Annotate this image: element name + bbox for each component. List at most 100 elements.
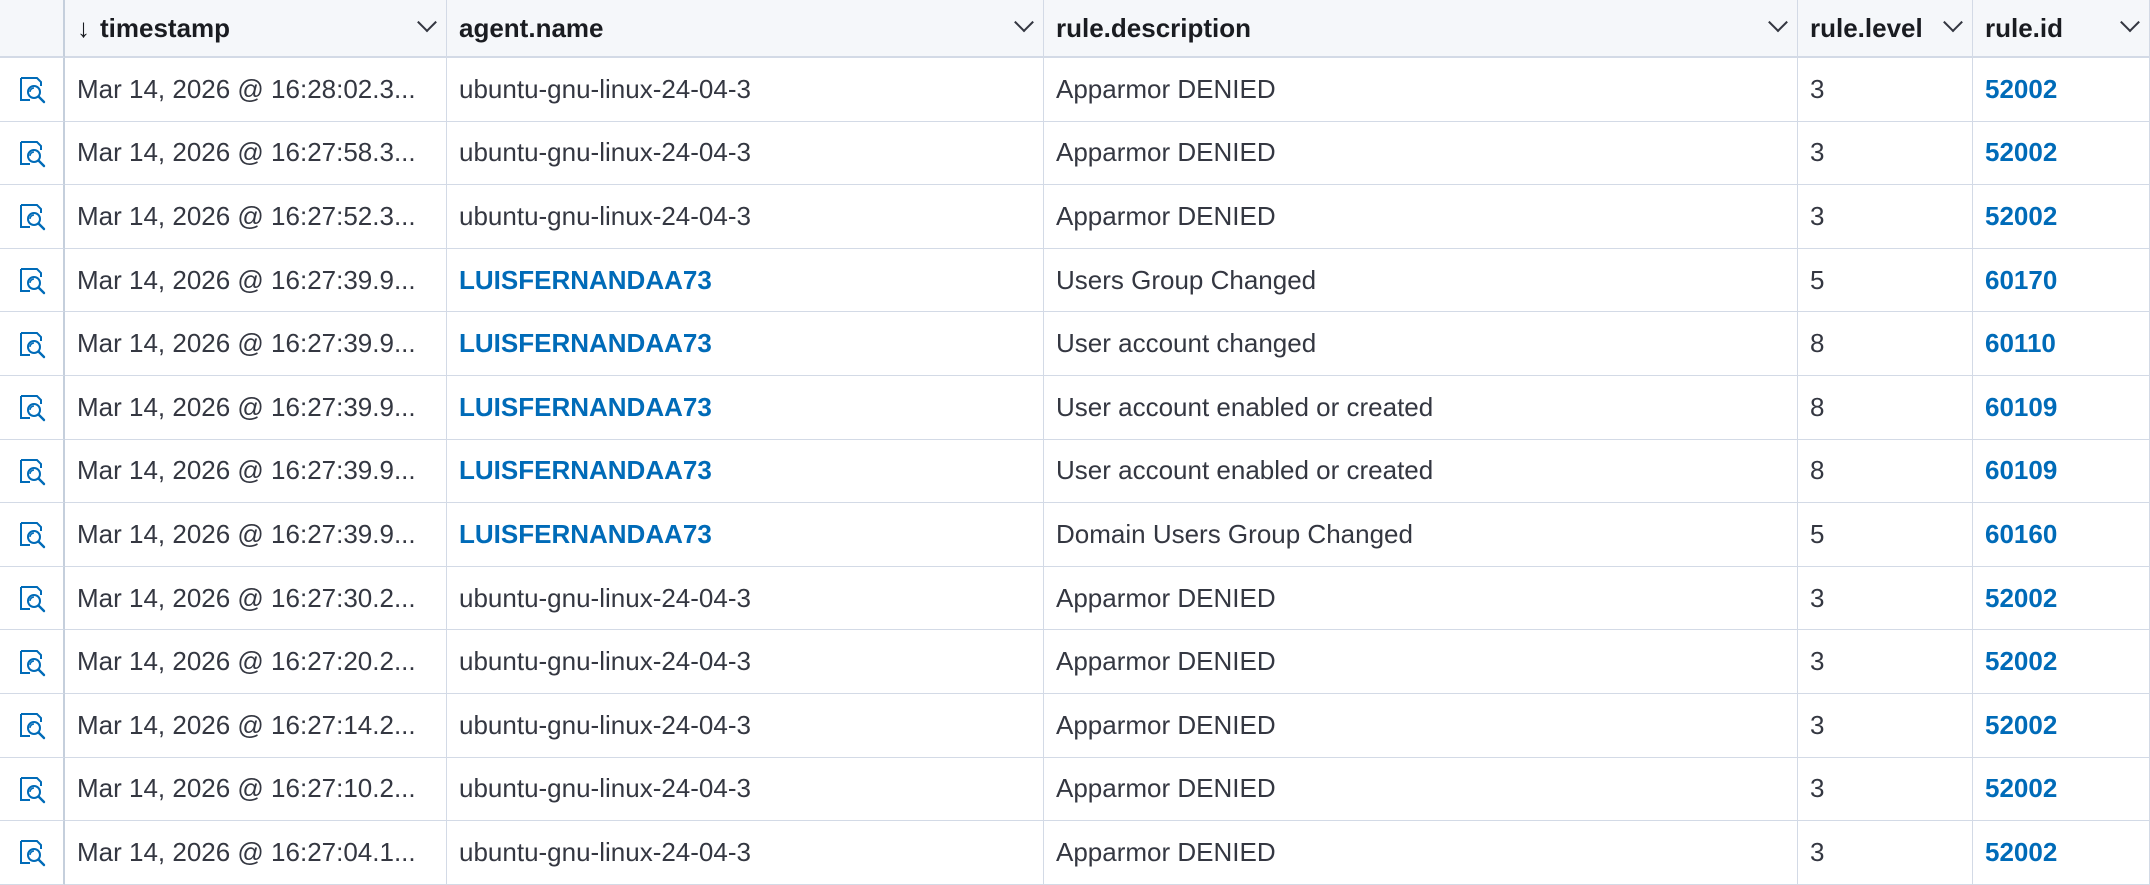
column-header-rule-id[interactable]: rule.id xyxy=(1973,0,2150,58)
column-header-timestamp[interactable]: ↓ timestamp xyxy=(65,0,447,58)
cell-timestamp: Mar 14, 2026 @ 16:27:30.2... xyxy=(65,566,447,631)
cell-rule-id-link[interactable]: 60109 xyxy=(1973,439,2150,504)
cell-agent-name-link[interactable]: LUISFERNANDAA73 xyxy=(447,312,1044,376)
cell-rule-description: Apparmor DENIED xyxy=(1044,757,1798,822)
inspect-document-icon xyxy=(19,395,45,422)
cell-rule-id-link[interactable]: 52002 xyxy=(1973,821,2150,885)
cell-agent-name-link[interactable]: LUISFERNANDAA73 xyxy=(447,439,1044,504)
cell-rule-id-link[interactable]: 52002 xyxy=(1973,185,2150,249)
cell-rule-id-link[interactable]: 60170 xyxy=(1973,248,2150,313)
inspect-document-button[interactable] xyxy=(0,693,65,758)
cell-timestamp: Mar 14, 2026 @ 16:27:39.9... xyxy=(65,503,447,567)
cell-agent-name: ubuntu-gnu-linux-24-04-3 xyxy=(447,757,1044,822)
inspect-document-icon xyxy=(19,77,45,104)
cell-rule-level: 8 xyxy=(1798,312,1973,376)
cell-timestamp: Mar 14, 2026 @ 16:27:04.1... xyxy=(65,821,447,885)
inspect-document-icon xyxy=(19,586,45,613)
cell-rule-description: Apparmor DENIED xyxy=(1044,821,1798,885)
inspect-document-button[interactable] xyxy=(0,58,65,122)
cell-rule-id-link[interactable]: 60110 xyxy=(1973,312,2150,376)
inspect-document-button[interactable] xyxy=(0,439,65,504)
inspect-document-icon xyxy=(19,713,45,740)
inspect-document-button[interactable] xyxy=(0,503,65,567)
cell-timestamp: Mar 14, 2026 @ 16:27:52.3... xyxy=(65,185,447,249)
cell-rule-id-link[interactable]: 52002 xyxy=(1973,121,2150,186)
cell-rule-id-link[interactable]: 60160 xyxy=(1973,503,2150,567)
inspect-document-icon xyxy=(19,776,45,804)
cell-rule-description: Apparmor DENIED xyxy=(1044,630,1798,694)
inspect-document-button[interactable] xyxy=(0,630,65,694)
inspect-document-icon xyxy=(19,268,45,295)
cell-rule-description: User account enabled or created xyxy=(1044,439,1798,504)
cell-timestamp: Mar 14, 2026 @ 16:27:20.2... xyxy=(65,630,447,694)
cell-rule-description: Apparmor DENIED xyxy=(1044,58,1798,122)
cell-rule-id-link[interactable]: 52002 xyxy=(1973,58,2150,122)
cell-rule-id-link[interactable]: 52002 xyxy=(1973,630,2150,694)
cell-timestamp: Mar 14, 2026 @ 16:28:02.3... xyxy=(65,58,447,122)
cell-rule-description: User account changed xyxy=(1044,312,1798,376)
cell-rule-level: 3 xyxy=(1798,630,1973,694)
cell-agent-name-link[interactable]: LUISFERNANDAA73 xyxy=(447,248,1044,313)
cell-rule-id-link[interactable]: 52002 xyxy=(1973,566,2150,631)
cell-agent-name: ubuntu-gnu-linux-24-04-3 xyxy=(447,185,1044,249)
cell-agent-name: ubuntu-gnu-linux-24-04-3 xyxy=(447,821,1044,885)
inspect-document-icon xyxy=(19,331,45,358)
header-control-column xyxy=(0,0,65,58)
cell-rule-description: User account enabled or created xyxy=(1044,375,1798,440)
cell-agent-name-link[interactable]: LUISFERNANDAA73 xyxy=(447,503,1044,567)
column-header-label: agent.name xyxy=(459,12,604,43)
cell-timestamp: Mar 14, 2026 @ 16:27:39.9... xyxy=(65,312,447,376)
inspect-document-button[interactable] xyxy=(0,185,65,249)
inspect-document-icon xyxy=(19,458,45,486)
column-header-agent-name[interactable]: agent.name xyxy=(447,0,1044,58)
cell-rule-level: 3 xyxy=(1798,693,1973,758)
cell-agent-name: ubuntu-gnu-linux-24-04-3 xyxy=(447,58,1044,122)
cell-rule-level: 3 xyxy=(1798,185,1973,249)
cell-rule-description: Domain Users Group Changed xyxy=(1044,503,1798,567)
cell-rule-level: 5 xyxy=(1798,503,1973,567)
inspect-document-icon xyxy=(19,840,45,867)
cell-timestamp: Mar 14, 2026 @ 16:27:10.2... xyxy=(65,757,447,822)
cell-timestamp: Mar 14, 2026 @ 16:27:39.9... xyxy=(65,248,447,313)
cell-rule-level: 8 xyxy=(1798,375,1973,440)
inspect-document-icon xyxy=(19,649,45,676)
inspect-document-button[interactable] xyxy=(0,121,65,186)
cell-agent-name: ubuntu-gnu-linux-24-04-3 xyxy=(447,121,1044,186)
cell-rule-id-link[interactable]: 52002 xyxy=(1973,757,2150,822)
column-header-label: timestamp xyxy=(100,12,231,43)
cell-agent-name-link[interactable]: LUISFERNANDAA73 xyxy=(447,375,1044,440)
column-header-label: rule.description xyxy=(1056,12,1252,43)
inspect-document-button[interactable] xyxy=(0,248,65,313)
cell-rule-description: Apparmor DENIED xyxy=(1044,566,1798,631)
inspect-document-button[interactable] xyxy=(0,375,65,440)
cell-rule-description: Apparmor DENIED xyxy=(1044,185,1798,249)
cell-timestamp: Mar 14, 2026 @ 16:27:39.9... xyxy=(65,375,447,440)
cell-rule-description: Apparmor DENIED xyxy=(1044,121,1798,186)
cell-rule-description: Users Group Changed xyxy=(1044,248,1798,313)
events-data-grid: ↓ timestamp agent.name rule.description … xyxy=(0,0,2150,885)
inspect-document-button[interactable] xyxy=(0,757,65,822)
cell-rule-level: 3 xyxy=(1798,121,1973,186)
cell-rule-id-link[interactable]: 52002 xyxy=(1973,693,2150,758)
inspect-document-button[interactable] xyxy=(0,821,65,885)
column-header-rule-description[interactable]: rule.description xyxy=(1044,0,1798,58)
chevron-down-icon[interactable] xyxy=(1014,12,1034,33)
cell-agent-name: ubuntu-gnu-linux-24-04-3 xyxy=(447,693,1044,758)
cell-rule-id-link[interactable]: 60109 xyxy=(1973,375,2150,440)
sort-descending-icon[interactable]: ↓ xyxy=(77,13,90,44)
inspect-document-icon xyxy=(19,204,45,231)
cell-rule-level: 5 xyxy=(1798,248,1973,313)
inspect-document-button[interactable] xyxy=(0,312,65,376)
inspect-document-icon xyxy=(19,140,45,168)
inspect-document-button[interactable] xyxy=(0,566,65,631)
cell-rule-level: 8 xyxy=(1798,439,1973,504)
chevron-down-icon[interactable] xyxy=(1943,12,1963,33)
column-header-rule-level[interactable]: rule.level xyxy=(1798,0,1973,58)
cell-rule-level: 3 xyxy=(1798,566,1973,631)
chevron-down-icon[interactable] xyxy=(2120,12,2140,33)
chevron-down-icon[interactable] xyxy=(1768,12,1788,33)
cell-rule-description: Apparmor DENIED xyxy=(1044,693,1798,758)
cell-rule-level: 3 xyxy=(1798,821,1973,885)
inspect-document-icon xyxy=(19,522,45,549)
chevron-down-icon[interactable] xyxy=(417,12,437,33)
